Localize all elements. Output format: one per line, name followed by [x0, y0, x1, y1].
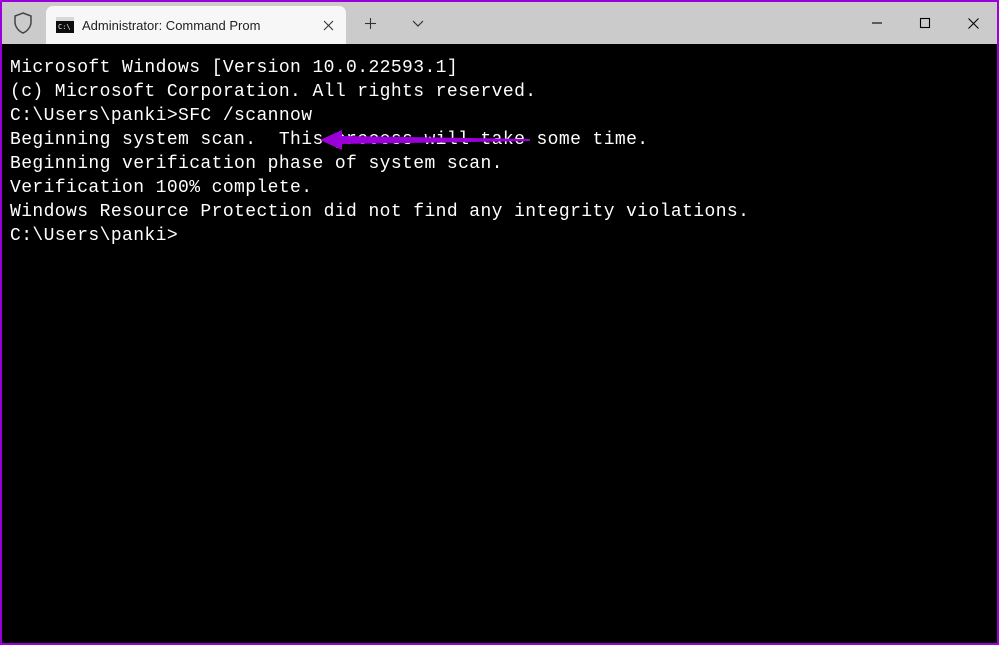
terminal-line: C:\Users\panki>: [10, 224, 989, 248]
tab-dropdown-button[interactable]: [394, 2, 442, 44]
svg-text:C:\: C:\: [58, 23, 71, 31]
tab-title: Administrator: Command Prom: [82, 18, 312, 33]
active-tab[interactable]: C:\ Administrator: Command Prom: [46, 6, 346, 44]
close-window-button[interactable]: [949, 2, 997, 44]
window-controls: [853, 2, 997, 44]
terminal-line: Beginning verification phase of system s…: [10, 152, 989, 176]
terminal-line: (c) Microsoft Corporation. All rights re…: [10, 80, 989, 104]
maximize-button[interactable]: [901, 2, 949, 44]
titlebar[interactable]: C:\ Administrator: Command Prom: [2, 2, 997, 44]
cmd-icon: C:\: [56, 16, 74, 34]
terminal-line: Verification 100% complete.: [10, 176, 989, 200]
tab-actions: [346, 2, 442, 44]
security-shield-icon: [2, 2, 44, 44]
new-tab-button[interactable]: [346, 2, 394, 44]
terminal-line: Microsoft Windows [Version 10.0.22593.1]: [10, 56, 989, 80]
minimize-button[interactable]: [853, 2, 901, 44]
terminal-output[interactable]: Microsoft Windows [Version 10.0.22593.1]…: [2, 44, 997, 643]
terminal-line: C:\Users\panki>SFC /scannow: [10, 104, 989, 128]
terminal-line: Beginning system scan. This process will…: [10, 128, 989, 152]
close-tab-button[interactable]: [320, 17, 336, 33]
terminal-line: Windows Resource Protection did not find…: [10, 200, 989, 224]
